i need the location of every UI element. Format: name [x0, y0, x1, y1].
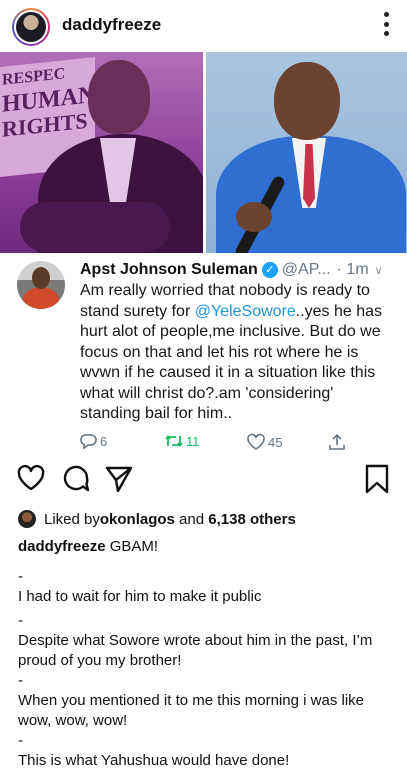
- post-username[interactable]: daddyfreeze: [62, 15, 161, 35]
- send-icon[interactable]: [104, 464, 134, 494]
- post-caption: daddyfreeze GBAM! - I had to wait for hi…: [18, 537, 400, 768]
- tweet-like: 45: [246, 433, 282, 451]
- caption-line: -: [18, 612, 23, 629]
- heart-icon: [247, 433, 265, 450]
- caption-line: This is what Yahushua would have done!: [18, 752, 290, 768]
- tweet-text-part2: ..yes he has hurt alot of people,me incl…: [80, 302, 383, 423]
- caption-line: -: [18, 672, 23, 689]
- tweet-reply: 6: [80, 433, 107, 449]
- sign-text-3: RIGHTS: [2, 107, 88, 142]
- likes-connector: and: [174, 510, 209, 528]
- caption-line: -: [18, 568, 23, 585]
- profile-avatar[interactable]: [12, 8, 50, 46]
- caption-line: proud of you my brother!: [18, 652, 182, 669]
- likes-others[interactable]: 6,138 others: [208, 511, 296, 528]
- reply-icon: [80, 434, 97, 449]
- photo-left-portrait: RESPEC HUMAN RIGHTS: [0, 52, 203, 253]
- post-action-bar: [0, 458, 407, 502]
- chevron-down-icon: ∨: [374, 264, 383, 277]
- more-options-icon[interactable]: [383, 12, 389, 36]
- caption-line-0: GBAM!: [105, 538, 159, 555]
- reply-count: 6: [100, 433, 108, 449]
- tweet-avatar: [17, 261, 65, 309]
- embedded-tweet: Apst Johnson Suleman ✓ @AP... · 1m ∨ Am …: [0, 253, 407, 458]
- photo-right-portrait: [206, 52, 407, 253]
- caption-line: Despite what Sowore wrote about him in t…: [18, 632, 373, 649]
- tweet-mention: @YeleSowore: [194, 302, 296, 320]
- tweet-share: [328, 433, 348, 451]
- post-image[interactable]: RESPEC HUMAN RIGHTS: [0, 52, 407, 253]
- tweet-handle: @AP...: [281, 261, 331, 278]
- like-count: 45: [268, 434, 283, 450]
- caption-line: When you mentioned it to me this morning…: [18, 692, 364, 709]
- liker-avatar: [18, 510, 36, 528]
- share-icon: [329, 433, 345, 450]
- post-header: daddyfreeze: [0, 0, 407, 52]
- caption-username[interactable]: daddyfreeze: [18, 538, 106, 555]
- tweet-retweet: 11: [164, 433, 200, 449]
- caption-line: I had to wait for him to make it public: [18, 588, 262, 605]
- tweet-author-name: Apst Johnson Suleman: [80, 261, 258, 278]
- like-icon[interactable]: [16, 464, 46, 492]
- tweet-time: · 1m: [336, 261, 369, 278]
- caption-line: -: [18, 732, 23, 749]
- likes-prefix: Liked by: [44, 510, 100, 528]
- bookmark-icon[interactable]: [364, 464, 390, 494]
- retweet-icon: [165, 435, 183, 447]
- verified-badge-icon: ✓: [261, 262, 278, 278]
- caption-line: wow, wow, wow!: [18, 712, 128, 729]
- tweet-text: Am really worried that nobody is ready t…: [80, 281, 398, 425]
- comment-icon[interactable]: [61, 464, 91, 494]
- likes-summary[interactable]: Liked by okonlagos and 6,138 others: [18, 508, 296, 530]
- likes-user[interactable]: okonlagos: [100, 511, 175, 528]
- retweet-count: 11: [186, 433, 200, 449]
